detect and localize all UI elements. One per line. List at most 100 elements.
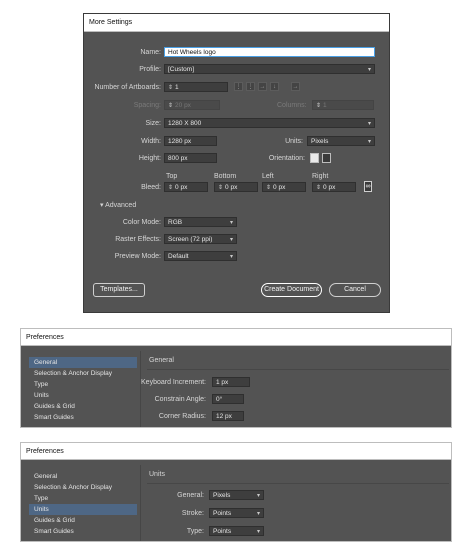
chevron-down-icon: ▾ (256, 493, 260, 499)
units-general-select[interactable]: Pixels ▾ (209, 490, 264, 500)
bleed-top-value: 0 px (175, 184, 188, 191)
sidebar-item-smart-guides[interactable]: Smart Guides (29, 412, 137, 423)
chevron-down-icon: ▾ (367, 121, 371, 127)
sidebar-item-type[interactable]: Type (29, 493, 137, 504)
stepper-icon[interactable]: ⇕ (266, 183, 271, 191)
units-stroke-label: Stroke: (181, 510, 204, 517)
chevron-down-icon: ▾ (229, 254, 233, 260)
chevron-down-icon: ▾ (367, 67, 371, 73)
bleed-bottom-value: 0 px (225, 184, 238, 191)
more-settings-dialog: More Settings Name: Hot Wheels logo Prof… (83, 13, 390, 313)
arrange-by-column-icon[interactable]: ↓ (270, 82, 279, 91)
size-value: 1280 X 800 (168, 120, 202, 127)
size-label: Size: (145, 120, 161, 127)
right-to-left-icon[interactable]: → (291, 82, 300, 91)
profile-label: Profile: (139, 66, 161, 73)
columns-input[interactable]: ⇕ 1 (312, 100, 374, 110)
color-mode-select[interactable]: RGB ▾ (164, 217, 237, 227)
units-type-select[interactable]: Points ▾ (209, 526, 264, 536)
chevron-down-icon: ▾ (256, 511, 260, 517)
height-input[interactable]: 800 px (164, 153, 217, 163)
keyboard-increment-input[interactable]: 1 px (212, 377, 250, 387)
landscape-icon[interactable] (322, 153, 331, 163)
bleed-left-label: Left (262, 173, 274, 180)
preview-mode-select[interactable]: Default ▾ (164, 251, 237, 261)
bleed-right-label: Right (312, 173, 329, 180)
link-bleed-icon[interactable]: ∞ (364, 181, 372, 192)
name-input[interactable]: Hot Wheels logo (164, 47, 375, 57)
preview-mode-label: Preview Mode: (114, 253, 161, 260)
units-select[interactable]: Pixels ▾ (307, 136, 375, 146)
grid-by-column-icon[interactable]: ⋮ (246, 82, 255, 91)
sidebar-item-units[interactable]: Units (29, 504, 137, 515)
sidebar-item-type[interactable]: Type (29, 379, 137, 390)
constrain-angle-label: Constrain Angle: (154, 396, 206, 403)
preferences-sidebar: General Selection & Anchor Display Type … (29, 357, 137, 423)
keyboard-increment-label: Keyboard Increment: (141, 379, 206, 386)
sidebar-item-general[interactable]: General (29, 471, 137, 482)
spacing-label: Spacing: (133, 102, 161, 109)
sidebar-item-selection-anchor[interactable]: Selection & Anchor Display (29, 482, 137, 493)
sidebar-item-units[interactable]: Units (29, 390, 137, 401)
units-value: Pixels (311, 138, 329, 145)
sidebar-item-guides-grid[interactable]: Guides & Grid (29, 401, 137, 412)
raster-effects-value: Screen (72 ppi) (168, 236, 213, 243)
bleed-bottom-label: Bottom (214, 173, 237, 180)
sidebar-item-selection-anchor[interactable]: Selection & Anchor Display (29, 368, 137, 379)
columns-label: Columns: (277, 102, 307, 109)
divider (140, 351, 141, 427)
stepper-icon[interactable]: ⇕ (168, 83, 173, 91)
sidebar-item-guides-grid[interactable]: Guides & Grid (29, 515, 137, 526)
width-input[interactable]: 1280 px (164, 136, 217, 146)
corner-radius-label: Corner Radius: (158, 413, 206, 420)
chevron-down-icon: ▾ (229, 220, 233, 226)
artboards-value: 1 (175, 84, 179, 91)
size-select[interactable]: 1280 X 800 ▾ (164, 118, 375, 128)
bleed-left-input[interactable]: ⇕ 0 px (262, 182, 306, 192)
create-document-button[interactable]: Create Document (261, 283, 322, 297)
spacing-value: 20 px (175, 102, 191, 109)
templates-button[interactable]: Templates... (93, 283, 145, 297)
bleed-right-input[interactable]: ⇕ 0 px (312, 182, 356, 192)
arrange-by-row-icon[interactable]: → (258, 82, 267, 91)
stepper-icon: ⇕ (316, 103, 322, 109)
profile-select[interactable]: [Custom] ▾ (164, 64, 375, 74)
dialog-title: Preferences (21, 329, 451, 346)
preferences-sidebar: General Selection & Anchor Display Type … (29, 471, 137, 537)
preferences-general-dialog: Preferences General Selection & Anchor D… (20, 328, 452, 428)
dialog-title: Preferences (21, 443, 451, 460)
profile-value: [Custom] (168, 66, 195, 73)
bleed-label: Bleed: (141, 184, 161, 191)
width-label: Width: (141, 138, 161, 145)
orientation-label: Orientation: (268, 155, 305, 162)
grid-by-row-icon[interactable]: ⋮ (234, 82, 243, 91)
constrain-angle-input[interactable]: 0° (212, 394, 244, 404)
units-general-label: General: (177, 492, 204, 499)
preview-mode-value: Default (168, 253, 189, 260)
sidebar-item-smart-guides[interactable]: Smart Guides (29, 526, 137, 537)
heading-rule (147, 369, 449, 370)
sidebar-item-general[interactable]: General (29, 357, 137, 368)
bleed-top-input[interactable]: ⇕ 0 px (164, 182, 208, 192)
units-stroke-select[interactable]: Points ▾ (209, 508, 264, 518)
stepper-icon[interactable]: ⇕ (218, 183, 223, 191)
dialog-title: More Settings (84, 14, 389, 32)
advanced-label: Advanced (105, 202, 137, 209)
cancel-button[interactable]: Cancel (329, 283, 381, 297)
raster-effects-select[interactable]: Screen (72 ppi) ▾ (164, 234, 237, 244)
section-heading: Units (149, 471, 165, 478)
stepper-icon[interactable]: ⇕ (168, 183, 173, 191)
bleed-bottom-input[interactable]: ⇕ 0 px (214, 182, 258, 192)
columns-value: 1 (323, 102, 327, 109)
artboards-input[interactable]: ⇕ 1 (164, 82, 228, 92)
units-general-value: Pixels (213, 492, 231, 499)
name-label: Name: (140, 49, 161, 56)
spacing-input[interactable]: ⇕ 20 px (164, 100, 220, 110)
portrait-icon[interactable] (310, 153, 319, 163)
corner-radius-input[interactable]: 12 px (212, 411, 244, 421)
artboards-label: Number of Artboards: (94, 84, 161, 91)
divider (140, 465, 141, 541)
advanced-toggle[interactable]: ▾ Advanced (100, 201, 136, 209)
section-heading: General (149, 357, 174, 364)
stepper-icon[interactable]: ⇕ (316, 183, 321, 191)
